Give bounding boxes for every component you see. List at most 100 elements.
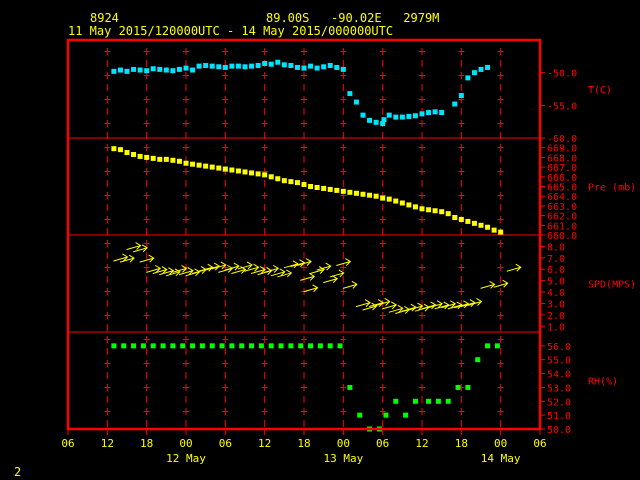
data-point — [249, 63, 255, 69]
data-point — [406, 202, 412, 208]
data-point — [301, 182, 307, 188]
data-point — [196, 63, 202, 69]
x-tick-label: 06 — [533, 437, 546, 450]
data-point — [334, 64, 340, 70]
data-point — [137, 67, 143, 73]
data-point — [180, 343, 186, 349]
data-point — [380, 195, 386, 201]
data-point — [308, 343, 314, 349]
y-tick-label: 55.0 — [547, 356, 571, 367]
data-point — [471, 220, 477, 226]
x-day-label: 13 May — [323, 452, 363, 465]
data-point — [294, 64, 300, 70]
y-tick-label: 53.0 — [547, 383, 571, 394]
data-point — [170, 68, 176, 74]
y-tick-label: 56.0 — [547, 342, 571, 353]
data-point — [491, 227, 497, 233]
data-point — [327, 186, 333, 192]
data-point — [229, 167, 235, 173]
data-point — [471, 70, 477, 76]
data-point — [386, 112, 392, 118]
data-point — [439, 209, 445, 215]
wind-arrow — [329, 269, 345, 278]
data-point — [275, 59, 281, 65]
data-point — [255, 62, 261, 68]
x-tick-label: 06 — [61, 437, 74, 450]
data-point — [347, 189, 353, 195]
data-point — [386, 196, 392, 202]
data-point — [144, 154, 150, 160]
data-point — [317, 343, 323, 349]
data-point — [268, 61, 274, 67]
y-tick-label: 50.0 — [547, 425, 571, 436]
data-point — [137, 153, 143, 159]
y-tick-label: -50.0 — [547, 69, 577, 80]
data-point — [150, 66, 156, 72]
data-point — [403, 412, 409, 418]
data-point — [170, 157, 176, 163]
data-point — [347, 384, 353, 390]
y-tick-label: 51.0 — [547, 411, 571, 422]
data-point — [140, 343, 146, 349]
wind-arrow — [342, 280, 358, 289]
data-point — [412, 113, 418, 119]
data-point — [321, 64, 327, 70]
y-tick-label: 54.0 — [547, 370, 571, 381]
wind-arrow — [126, 242, 142, 251]
y-tick-label: 5.0 — [547, 277, 565, 288]
wind-arrow — [480, 280, 496, 289]
data-point — [452, 101, 458, 107]
data-point — [229, 63, 235, 69]
data-point — [360, 191, 366, 197]
data-point — [288, 62, 294, 68]
data-point — [209, 164, 215, 170]
data-point — [308, 63, 314, 69]
data-point — [281, 62, 287, 68]
data-point — [242, 169, 248, 175]
data-point — [435, 398, 441, 404]
data-point — [478, 66, 484, 72]
data-point — [275, 176, 281, 182]
chart-grid — [67, 48, 545, 435]
data-point — [157, 66, 163, 72]
data-point — [131, 343, 137, 349]
data-point — [222, 64, 228, 70]
data-point — [131, 151, 137, 157]
data-point — [485, 224, 491, 230]
data-point — [399, 114, 405, 120]
x-tick-label: 18 — [455, 437, 468, 450]
data-point — [268, 174, 274, 180]
data-point — [458, 216, 464, 222]
data-point — [183, 65, 189, 71]
data-point — [150, 155, 156, 161]
data-point — [432, 109, 438, 115]
data-point — [258, 343, 264, 349]
data-point — [393, 198, 399, 204]
x-tick-label: 06 — [376, 437, 389, 450]
data-point — [485, 64, 491, 70]
wind-arrow — [300, 272, 316, 281]
data-point — [170, 343, 176, 349]
data-point — [393, 114, 399, 120]
data-point — [157, 156, 163, 162]
data-point — [373, 193, 379, 199]
data-point — [426, 398, 432, 404]
y-tick-label: 4.0 — [547, 288, 565, 299]
data-point — [203, 163, 209, 169]
data-point — [321, 185, 327, 191]
data-point — [353, 99, 359, 105]
y-tick-label: 3.0 — [547, 299, 565, 310]
data-point — [190, 67, 196, 73]
data-point — [131, 66, 137, 72]
chart-labels: 06 12 18 00 06 12 18 00 06 12 18 00 06 12 May 13 May 14… — [61, 69, 636, 465]
data-point — [314, 65, 320, 71]
data-point — [485, 343, 491, 349]
data-point — [314, 184, 320, 190]
data-point — [337, 343, 343, 349]
data-point — [199, 343, 205, 349]
y-tick-label: 1.0 — [547, 322, 565, 333]
data-point — [209, 63, 215, 69]
data-point — [235, 63, 241, 69]
x-tick-label: 18 — [140, 437, 153, 450]
data-point — [455, 384, 461, 390]
